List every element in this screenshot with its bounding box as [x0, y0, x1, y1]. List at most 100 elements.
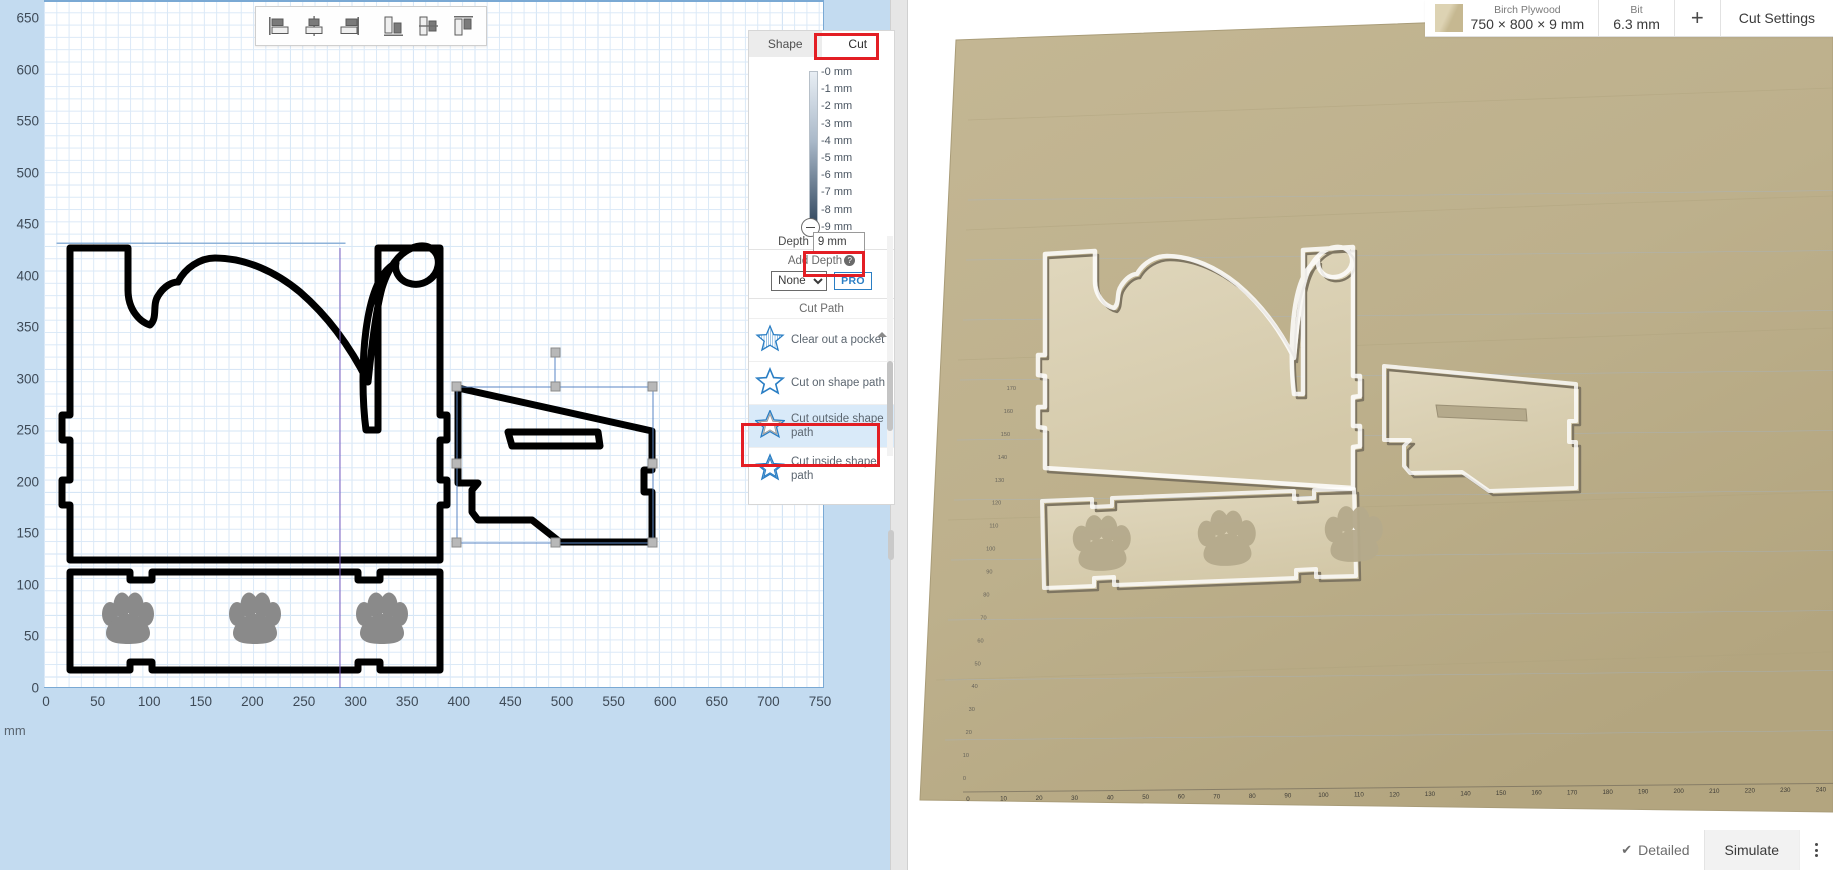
align-right-icon[interactable]: [332, 10, 365, 42]
detailed-label: Detailed: [1638, 842, 1690, 858]
ruler-x-tick: 250: [292, 694, 316, 709]
material-3d-render[interactable]: 0102030405060708090100110120130140150160…: [908, 0, 1833, 870]
preview-header-bar: Birch Plywood 750 × 800 × 9 mm Bit 6.3 m…: [1424, 0, 1833, 37]
ruler-x-tick: 50: [90, 694, 106, 709]
preview-vruler-tick: 120: [992, 501, 1001, 507]
preview-3d-panel: 0 10 20 30 40 50 60 70 80 90 100 110 120 130 140 150 160…: [908, 0, 1833, 870]
cutpath-cut-outside-path-label: Cut outside shape path: [791, 412, 884, 439]
ruler-x-tick: 100: [137, 694, 161, 709]
preview-vruler-tick: 90: [986, 570, 992, 576]
alignment-toolbar[interactable]: [255, 6, 487, 46]
preview-vruler-tick: 20: [966, 730, 972, 736]
preview-ruler-tick: 230: [1780, 787, 1791, 794]
depth-tick-label: -9 mm: [821, 220, 853, 233]
cut-settings-button[interactable]: Cut Settings: [1719, 0, 1833, 36]
align-top-icon[interactable]: [377, 10, 410, 42]
preview-ruler-tick: 220: [1745, 787, 1756, 794]
align-center-horizontal-icon[interactable]: [297, 10, 330, 42]
depth-input[interactable]: [812, 232, 865, 252]
help-icon[interactable]: ?: [844, 255, 856, 267]
ruler-x-tick: 0: [42, 694, 50, 709]
bit-value: 6.3 mm: [1613, 15, 1660, 32]
preview-ruler-tick: 190: [1638, 789, 1649, 796]
preview-ruler-tick: 70: [1213, 793, 1220, 800]
bit-info[interactable]: Bit 6.3 mm: [1598, 0, 1674, 36]
pro-badge[interactable]: PRO: [834, 272, 872, 290]
chevron-up-icon[interactable]: [877, 332, 887, 337]
add-depth-select[interactable]: None: [771, 271, 828, 291]
preview-vruler-tick: 70: [980, 615, 986, 621]
ruler-y-tick: 100: [16, 577, 39, 593]
preview-vruler-tick: 100: [986, 547, 995, 553]
board-top-edge: [44, 0, 824, 2]
ruler-y-tick: 500: [16, 165, 39, 181]
properties-tabs: Shape Cut: [749, 31, 894, 57]
cutpath-cut-on-path-label: Cut on shape path: [791, 376, 885, 389]
ruler-y-tick: 300: [16, 371, 39, 387]
ruler-y-tick: 400: [16, 268, 39, 284]
cutpath-cut-inside-path-label: Cut inside shape path: [791, 455, 877, 482]
cut-path-section: Cut Path Clear out a pocket Cut on shape…: [749, 298, 894, 490]
preview-vruler-tick: 50: [974, 661, 980, 667]
cut-properties-panel: Shape Cut -0 mm -1 mm -2 mm -3 mm -4 mm -5 mm…: [748, 30, 895, 505]
depth-tick-label: -7 mm: [821, 186, 853, 199]
ruler-y-tick: 600: [16, 62, 39, 78]
preview-ruler-tick: 240: [1816, 787, 1827, 794]
add-depth-controls: None PRO: [749, 271, 894, 291]
ruler-y-tick: 350: [16, 319, 39, 335]
ruler-x-tick: 300: [344, 694, 367, 709]
depth-slider-area: -0 mm -1 mm -2 mm -3 mm -4 mm -5 mm -6 mm -7 mm…: [749, 57, 894, 252]
preview-ruler-tick: 160: [1531, 790, 1542, 797]
align-bottom-icon[interactable]: [447, 10, 480, 42]
preview-vruler-tick: 30: [969, 707, 975, 713]
depth-tick-label: -1 mm: [821, 83, 853, 96]
tab-shape[interactable]: Shape: [749, 31, 822, 57]
detailed-toggle[interactable]: ✔ Detailed: [1607, 830, 1703, 870]
ruler-x-tick: 650: [705, 694, 729, 709]
preview-ruler-tick: 60: [1178, 794, 1185, 801]
preview-vruler-tick: 140: [998, 455, 1007, 461]
preview-vruler-tick: 130: [995, 478, 1004, 484]
design-board[interactable]: [44, 0, 824, 688]
align-left-icon[interactable]: [262, 10, 295, 42]
preview-vruler-tick: 170: [1007, 386, 1016, 392]
check-icon: ✔: [1621, 842, 1633, 857]
align-middle-vertical-icon[interactable]: [412, 10, 445, 42]
ruler-y-tick: 200: [16, 474, 39, 490]
cutpath-clear-pocket[interactable]: Clear out a pocket: [749, 318, 894, 361]
ruler-x-tick: 700: [757, 694, 780, 709]
panel-scrollbar-thumb[interactable]: [887, 361, 893, 431]
depth-tick-label: -8 mm: [821, 203, 853, 216]
ruler-y: 650 600 550 500 450 400 350 300 250 200 150 100 50 0: [0, 0, 44, 696]
preview-ruler-tick: 50: [1142, 794, 1149, 801]
tab-cut[interactable]: Cut: [821, 31, 894, 57]
add-tool-button[interactable]: +: [1673, 0, 1720, 36]
preview-vruler-tick: 40: [972, 684, 978, 690]
material-dimensions: 750 × 800 × 9 mm: [1470, 15, 1585, 32]
unit-label: mm: [4, 723, 26, 738]
material-info[interactable]: Birch Plywood 750 × 800 × 9 mm: [1425, 0, 1599, 36]
cutpath-cut-inside-path[interactable]: Cut inside shape path: [749, 447, 894, 490]
more-options-icon[interactable]: [1799, 830, 1833, 870]
preview-vruler-tick: 10: [963, 753, 969, 759]
splitter-grip[interactable]: [888, 530, 894, 560]
star-filled-pocket-icon: [755, 324, 785, 356]
ruler-x-tick: 350: [395, 694, 419, 709]
preview-footer-bar: ✔ Detailed Simulate: [1607, 830, 1833, 870]
depth-slider-track[interactable]: [809, 71, 818, 226]
preview-ruler-tick: 180: [1602, 789, 1613, 796]
preview-ruler-tick: 0: [966, 796, 970, 803]
depth-tick-label: -5 mm: [821, 152, 853, 164]
ruler-x-tick: 750: [808, 694, 832, 709]
preview-ruler-tick: 120: [1389, 791, 1400, 798]
add-depth-label: Add Depth: [787, 255, 843, 267]
material-swatch: [1434, 4, 1463, 32]
cutpath-cut-outside-path[interactable]: Cut outside shape path: [749, 404, 894, 447]
ruler-y-tick: 150: [16, 525, 39, 541]
simulate-button[interactable]: Simulate: [1703, 830, 1799, 870]
preview-ruler-tick: 130: [1425, 791, 1436, 798]
depth-tick-label: -4 mm: [821, 134, 853, 147]
ruler-x-tick: 600: [653, 694, 677, 709]
cutpath-cut-on-path[interactable]: Cut on shape path: [749, 361, 894, 404]
ruler-y-tick: 250: [16, 422, 39, 438]
